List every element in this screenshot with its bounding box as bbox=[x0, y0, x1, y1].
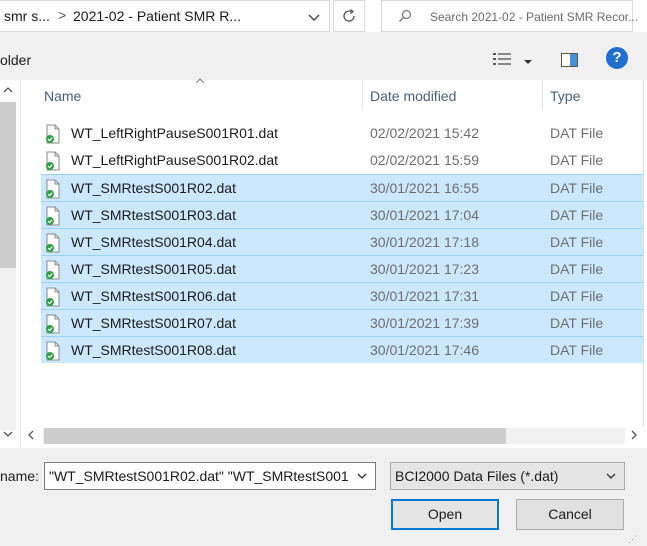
refresh-button[interactable] bbox=[333, 0, 365, 32]
file-name: WT_SMRtestS001R07.dat bbox=[71, 315, 236, 331]
file-row[interactable]: WT_SMRtestS001R07.dat 30/01/2021 17:39 DAT… bbox=[41, 309, 643, 336]
nav-scrollbar-thumb[interactable] bbox=[0, 102, 16, 268]
address-bar-region: smr s... > 2021-02 - Patient SMR R... Se… bbox=[0, 0, 647, 32]
dat-file-icon bbox=[46, 179, 60, 199]
dat-file-icon bbox=[46, 260, 60, 280]
dat-file-icon bbox=[46, 287, 60, 307]
file-row[interactable]: WT_SMRtestS001R02.dat 30/01/2021 16:55 DAT… bbox=[41, 174, 643, 201]
scroll-right-icon[interactable] bbox=[629, 428, 639, 445]
resize-grip-icon[interactable]: ⋰ bbox=[628, 534, 638, 545]
file-date-modified: 30/01/2021 17:31 bbox=[370, 288, 479, 304]
navigation-pane bbox=[0, 80, 20, 448]
file-date-modified: 02/02/2021 15:59 bbox=[370, 152, 479, 168]
file-row[interactable]: WT_SMRtestS001R03.dat 30/01/2021 17:04 DAT… bbox=[41, 201, 643, 228]
dialog-footer: name: "WT_SMRtestS001R02.dat" "WT_SMRtes… bbox=[0, 448, 647, 546]
file-name: WT_SMRtestS001R06.dat bbox=[71, 288, 236, 304]
file-type: DAT File bbox=[550, 125, 604, 141]
dat-file-icon bbox=[46, 151, 60, 171]
file-name: WT_SMRtestS001R08.dat bbox=[71, 342, 236, 358]
help-icon[interactable]: ? bbox=[606, 47, 628, 69]
cancel-button[interactable]: Cancel bbox=[516, 499, 624, 530]
search-placeholder: Search 2021-02 - Patient SMR Recor... bbox=[430, 10, 639, 24]
file-type: DAT File bbox=[550, 288, 604, 304]
file-type: DAT File bbox=[550, 180, 604, 196]
column-header-name[interactable]: Name bbox=[44, 88, 81, 104]
file-name: WT_LeftRightPauseS001R01.dat bbox=[71, 125, 279, 141]
view-options-chevron-down-icon[interactable] bbox=[522, 54, 534, 64]
file-date-modified: 30/01/2021 17:46 bbox=[370, 342, 479, 358]
file-type-value: BCI2000 Data Files (*.dat) bbox=[395, 468, 559, 484]
file-type: DAT File bbox=[550, 315, 604, 331]
file-date-modified: 30/01/2021 17:23 bbox=[370, 261, 479, 277]
toolbar: older ? bbox=[0, 32, 647, 80]
file-type-chevron-down-icon[interactable] bbox=[604, 469, 618, 483]
file-name: WT_LeftRightPauseS001R02.dat bbox=[71, 152, 279, 168]
file-name-label: name: bbox=[0, 468, 39, 484]
sort-ascending-icon bbox=[194, 77, 206, 88]
breadcrumb-parent[interactable]: smr s... bbox=[4, 8, 50, 24]
file-row[interactable]: WT_SMRtestS001R06.dat 30/01/2021 17:31 DAT… bbox=[41, 282, 643, 309]
file-date-modified: 30/01/2021 16:55 bbox=[370, 180, 479, 196]
file-date-modified: 02/02/2021 15:42 bbox=[370, 125, 479, 141]
open-button[interactable]: Open bbox=[391, 499, 499, 530]
file-name-value[interactable]: "WT_SMRtestS001R02.dat" "WT_SMRtestS001I bbox=[49, 468, 349, 484]
scroll-down-icon[interactable] bbox=[2, 428, 14, 442]
horizontal-scrollbar bbox=[21, 426, 647, 446]
hscroll-thumb[interactable] bbox=[44, 428, 506, 444]
file-type-select[interactable]: BCI2000 Data Files (*.dat) bbox=[390, 462, 625, 490]
file-row[interactable]: WT_SMRtestS001R08.dat 30/01/2021 17:46 DAT… bbox=[41, 336, 643, 363]
preview-pane-icon[interactable] bbox=[560, 51, 580, 69]
column-header-date-modified[interactable]: Date modified bbox=[370, 88, 456, 104]
scroll-up-icon[interactable] bbox=[2, 84, 14, 98]
file-row[interactable]: WT_LeftRightPauseS001R01.dat 02/02/2021 1… bbox=[41, 120, 643, 147]
pane-border bbox=[643, 80, 644, 426]
breadcrumb-current[interactable]: 2021-02 - Patient SMR R... bbox=[73, 8, 241, 24]
file-name-chevron-down-icon[interactable] bbox=[355, 469, 369, 483]
file-row[interactable]: WT_SMRtestS001R04.dat 30/01/2021 17:18 DAT… bbox=[41, 228, 643, 255]
file-name-combobox[interactable]: "WT_SMRtestS001R02.dat" "WT_SMRtestS001I bbox=[44, 462, 376, 490]
column-header-type[interactable]: Type bbox=[550, 88, 580, 104]
file-list: WT_LeftRightPauseS001R01.dat 02/02/2021 1… bbox=[41, 120, 643, 363]
pane-divider[interactable] bbox=[20, 80, 21, 448]
file-type: DAT File bbox=[550, 152, 604, 168]
column-divider[interactable] bbox=[542, 80, 543, 110]
dat-file-icon bbox=[46, 206, 60, 226]
file-type: DAT File bbox=[550, 261, 604, 277]
file-type: DAT File bbox=[550, 234, 604, 250]
file-type: DAT File bbox=[550, 342, 604, 358]
dat-file-icon bbox=[46, 314, 60, 334]
file-row[interactable]: WT_SMRtestS001R05.dat 30/01/2021 17:23 DAT… bbox=[41, 255, 643, 282]
dat-file-icon bbox=[46, 124, 60, 144]
file-list-pane: Name Date modified Type WT_LeftRightPaus… bbox=[0, 77, 647, 448]
file-name: WT_SMRtestS001R04.dat bbox=[71, 234, 236, 250]
file-date-modified: 30/01/2021 17:04 bbox=[370, 207, 479, 223]
file-date-modified: 30/01/2021 17:39 bbox=[370, 315, 479, 331]
scroll-left-icon[interactable] bbox=[26, 428, 36, 445]
file-type: DAT File bbox=[550, 207, 604, 223]
dat-file-icon bbox=[46, 341, 60, 361]
search-box[interactable]: Search 2021-02 - Patient SMR Recor... bbox=[381, 0, 638, 32]
file-name: WT_SMRtestS001R03.dat bbox=[71, 207, 236, 223]
file-date-modified: 30/01/2021 17:18 bbox=[370, 234, 479, 250]
dat-file-icon bbox=[46, 233, 60, 253]
details-view-icon[interactable] bbox=[491, 50, 515, 70]
file-row[interactable]: WT_LeftRightPauseS001R02.dat 02/02/2021 1… bbox=[41, 147, 643, 174]
search-icon bbox=[399, 9, 412, 22]
refresh-icon bbox=[343, 9, 355, 22]
file-name: WT_SMRtestS001R05.dat bbox=[71, 261, 236, 277]
address-bar[interactable]: smr s... > 2021-02 - Patient SMR R... bbox=[0, 0, 330, 32]
new-folder-button[interactable]: older bbox=[0, 52, 31, 68]
breadcrumb-separator[interactable]: > bbox=[58, 7, 66, 23]
file-name: WT_SMRtestS001R02.dat bbox=[71, 180, 236, 196]
column-header-row: Name Date modified Type bbox=[21, 77, 647, 110]
address-history-chevron-icon[interactable] bbox=[302, 5, 326, 29]
column-divider[interactable] bbox=[362, 80, 363, 110]
